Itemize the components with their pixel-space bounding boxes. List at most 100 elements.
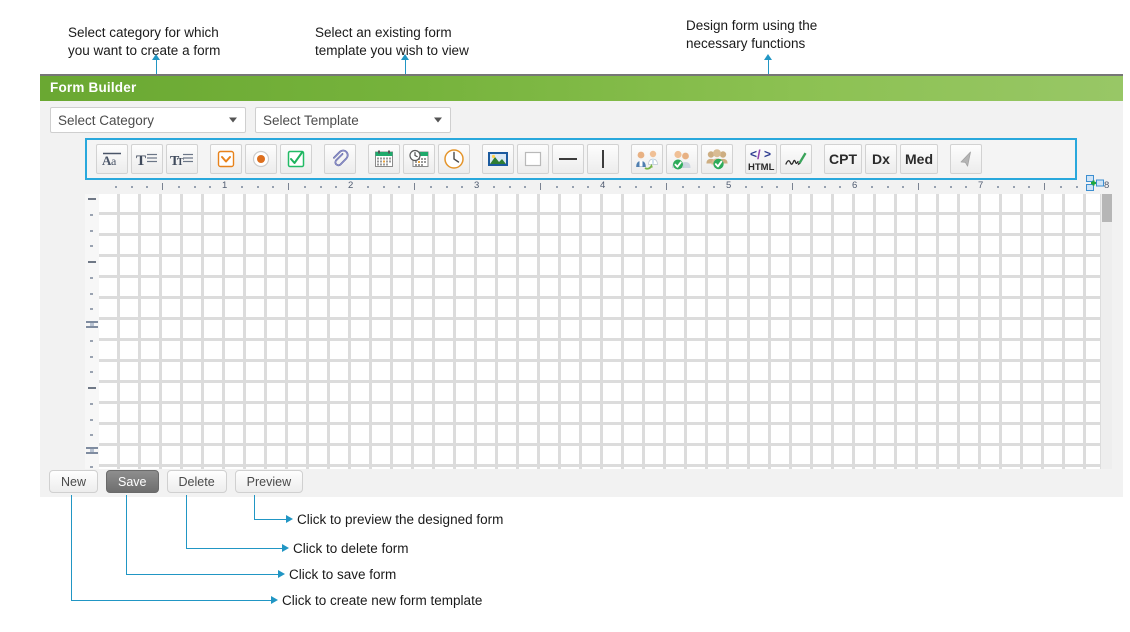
html-icon-button[interactable]: < / > HTML bbox=[745, 144, 777, 174]
ruler-number: 1 bbox=[222, 180, 228, 191]
ruler-tick bbox=[114, 186, 117, 188]
toolbar-group-select bbox=[944, 144, 988, 174]
ruler-tick bbox=[949, 186, 952, 188]
delete-button[interactable]: Delete bbox=[166, 470, 227, 493]
med-icon-button[interactable]: Med bbox=[900, 144, 938, 174]
ruler-tick bbox=[886, 186, 889, 188]
annotation-preview-text: Click to preview the designed form bbox=[297, 512, 504, 527]
svg-text:T: T bbox=[177, 157, 184, 168]
dx-icon-button[interactable]: Dx bbox=[865, 144, 897, 174]
provider-referral-icon-button[interactable] bbox=[631, 144, 663, 174]
svg-text:HTML: HTML bbox=[748, 162, 775, 173]
ruler-tick bbox=[697, 186, 700, 188]
annotation-line-preview-h bbox=[254, 519, 287, 520]
ruler-tick bbox=[1012, 186, 1015, 188]
ruler-tick bbox=[1044, 183, 1045, 190]
annotation-line-new-v bbox=[71, 495, 72, 600]
ruler-tick bbox=[918, 183, 919, 190]
save-button[interactable]: Save bbox=[106, 470, 159, 493]
textbox-icon-button[interactable]: T bbox=[131, 144, 163, 174]
dropdown-icon-button[interactable] bbox=[210, 144, 242, 174]
selects-row: Select Category Select Template bbox=[50, 107, 451, 133]
radio-icon-button[interactable] bbox=[245, 144, 277, 174]
toolbar-group-datetime bbox=[362, 144, 476, 174]
ruler-number: 5 bbox=[726, 180, 732, 191]
form-action-buttons: New Save Delete Preview bbox=[49, 470, 304, 493]
ruler-tick bbox=[90, 402, 93, 405]
ruler-tick bbox=[90, 276, 93, 279]
svg-text:/: / bbox=[757, 147, 761, 162]
ruler-tick bbox=[461, 186, 464, 188]
form-builder-window: Form Builder Select Category Select Temp… bbox=[40, 74, 1123, 497]
toolbar-group-media bbox=[476, 144, 625, 174]
ruler-tick bbox=[90, 355, 93, 358]
annotation-arrow-save bbox=[278, 570, 285, 578]
time-icon-button[interactable] bbox=[438, 144, 470, 174]
provider-verified-icon-button[interactable] bbox=[666, 144, 698, 174]
ruler-tick bbox=[744, 186, 747, 188]
ruler-tick bbox=[555, 186, 558, 188]
rectangle-icon-button[interactable] bbox=[517, 144, 549, 174]
toolbar-group-people bbox=[625, 144, 739, 174]
canvas-scrollbar[interactable] bbox=[1100, 194, 1112, 469]
svg-text:<: < bbox=[750, 147, 757, 161]
annotation-design-form: Design form using the necessary function… bbox=[686, 18, 818, 51]
annotation-arrow-new bbox=[271, 596, 278, 604]
cursor-arrow-icon-button[interactable] bbox=[950, 144, 982, 174]
canvas-scrollbar-thumb[interactable] bbox=[1102, 194, 1112, 222]
group-verified-icon-button[interactable] bbox=[701, 144, 733, 174]
ruler-tick bbox=[681, 186, 684, 188]
new-button[interactable]: New bbox=[49, 470, 99, 493]
ruler-tick bbox=[88, 387, 96, 389]
label-text-icon-button[interactable]: A a bbox=[96, 144, 128, 174]
ruler-tick bbox=[1075, 186, 1078, 188]
ruler-tick bbox=[90, 292, 93, 295]
ruler-tick bbox=[88, 261, 96, 263]
select-template-value: Select Template bbox=[263, 112, 359, 128]
form-design-canvas[interactable] bbox=[99, 194, 1112, 469]
annotation-line-preview-v bbox=[254, 495, 255, 519]
ruler-tick bbox=[319, 186, 322, 188]
ruler-tick bbox=[177, 186, 180, 188]
ruler-tick bbox=[130, 186, 133, 188]
ruler-marker bbox=[86, 447, 98, 454]
ruler-tick bbox=[90, 465, 93, 468]
checkbox-icon-button[interactable] bbox=[280, 144, 312, 174]
chevron-down-icon bbox=[229, 117, 237, 123]
ruler-tick bbox=[90, 213, 93, 216]
annotation-line-save-h bbox=[126, 574, 279, 575]
ruler-tick bbox=[508, 186, 511, 188]
toolbar-group-coding: CPT Dx Med bbox=[818, 144, 944, 174]
ruler-tick bbox=[571, 186, 574, 188]
date-icon-button[interactable] bbox=[368, 144, 400, 174]
svg-text:a: a bbox=[111, 154, 117, 168]
form-builder-toolbar: A a T T T < / > HTML CPT Dx Med bbox=[85, 138, 1077, 180]
move-anchor-icon[interactable] bbox=[1084, 174, 1106, 192]
toolbar-group-code: < / > HTML bbox=[739, 144, 818, 174]
toolbar-group-attachment bbox=[318, 144, 362, 174]
ruler-tick bbox=[650, 186, 653, 188]
datetime-icon-button[interactable] bbox=[403, 144, 435, 174]
ruler-tick bbox=[398, 186, 401, 188]
image-icon-button[interactable] bbox=[482, 144, 514, 174]
cpt-icon-button[interactable]: CPT bbox=[824, 144, 862, 174]
vertical-line-icon-button[interactable] bbox=[587, 144, 619, 174]
annotation-delete-text: Click to delete form bbox=[293, 541, 409, 556]
ruler-tick bbox=[90, 229, 93, 232]
multiline-text-icon-button[interactable]: T T bbox=[166, 144, 198, 174]
ruler-tick bbox=[445, 186, 448, 188]
attachment-icon-button[interactable] bbox=[324, 144, 356, 174]
select-category-value: Select Category bbox=[58, 112, 155, 128]
preview-button[interactable]: Preview bbox=[234, 470, 304, 493]
ruler-tick bbox=[146, 186, 149, 188]
signature-icon-button[interactable] bbox=[780, 144, 812, 174]
vertical-ruler bbox=[85, 194, 100, 469]
ruler-tick bbox=[933, 186, 936, 188]
ruler-tick bbox=[209, 186, 212, 188]
svg-text:T: T bbox=[136, 153, 146, 168]
select-category-dropdown[interactable]: Select Category bbox=[50, 107, 246, 133]
select-template-dropdown[interactable]: Select Template bbox=[255, 107, 451, 133]
ruler-tick bbox=[303, 186, 306, 188]
chevron-down-icon bbox=[434, 117, 442, 123]
horizontal-line-icon-button[interactable] bbox=[552, 144, 584, 174]
